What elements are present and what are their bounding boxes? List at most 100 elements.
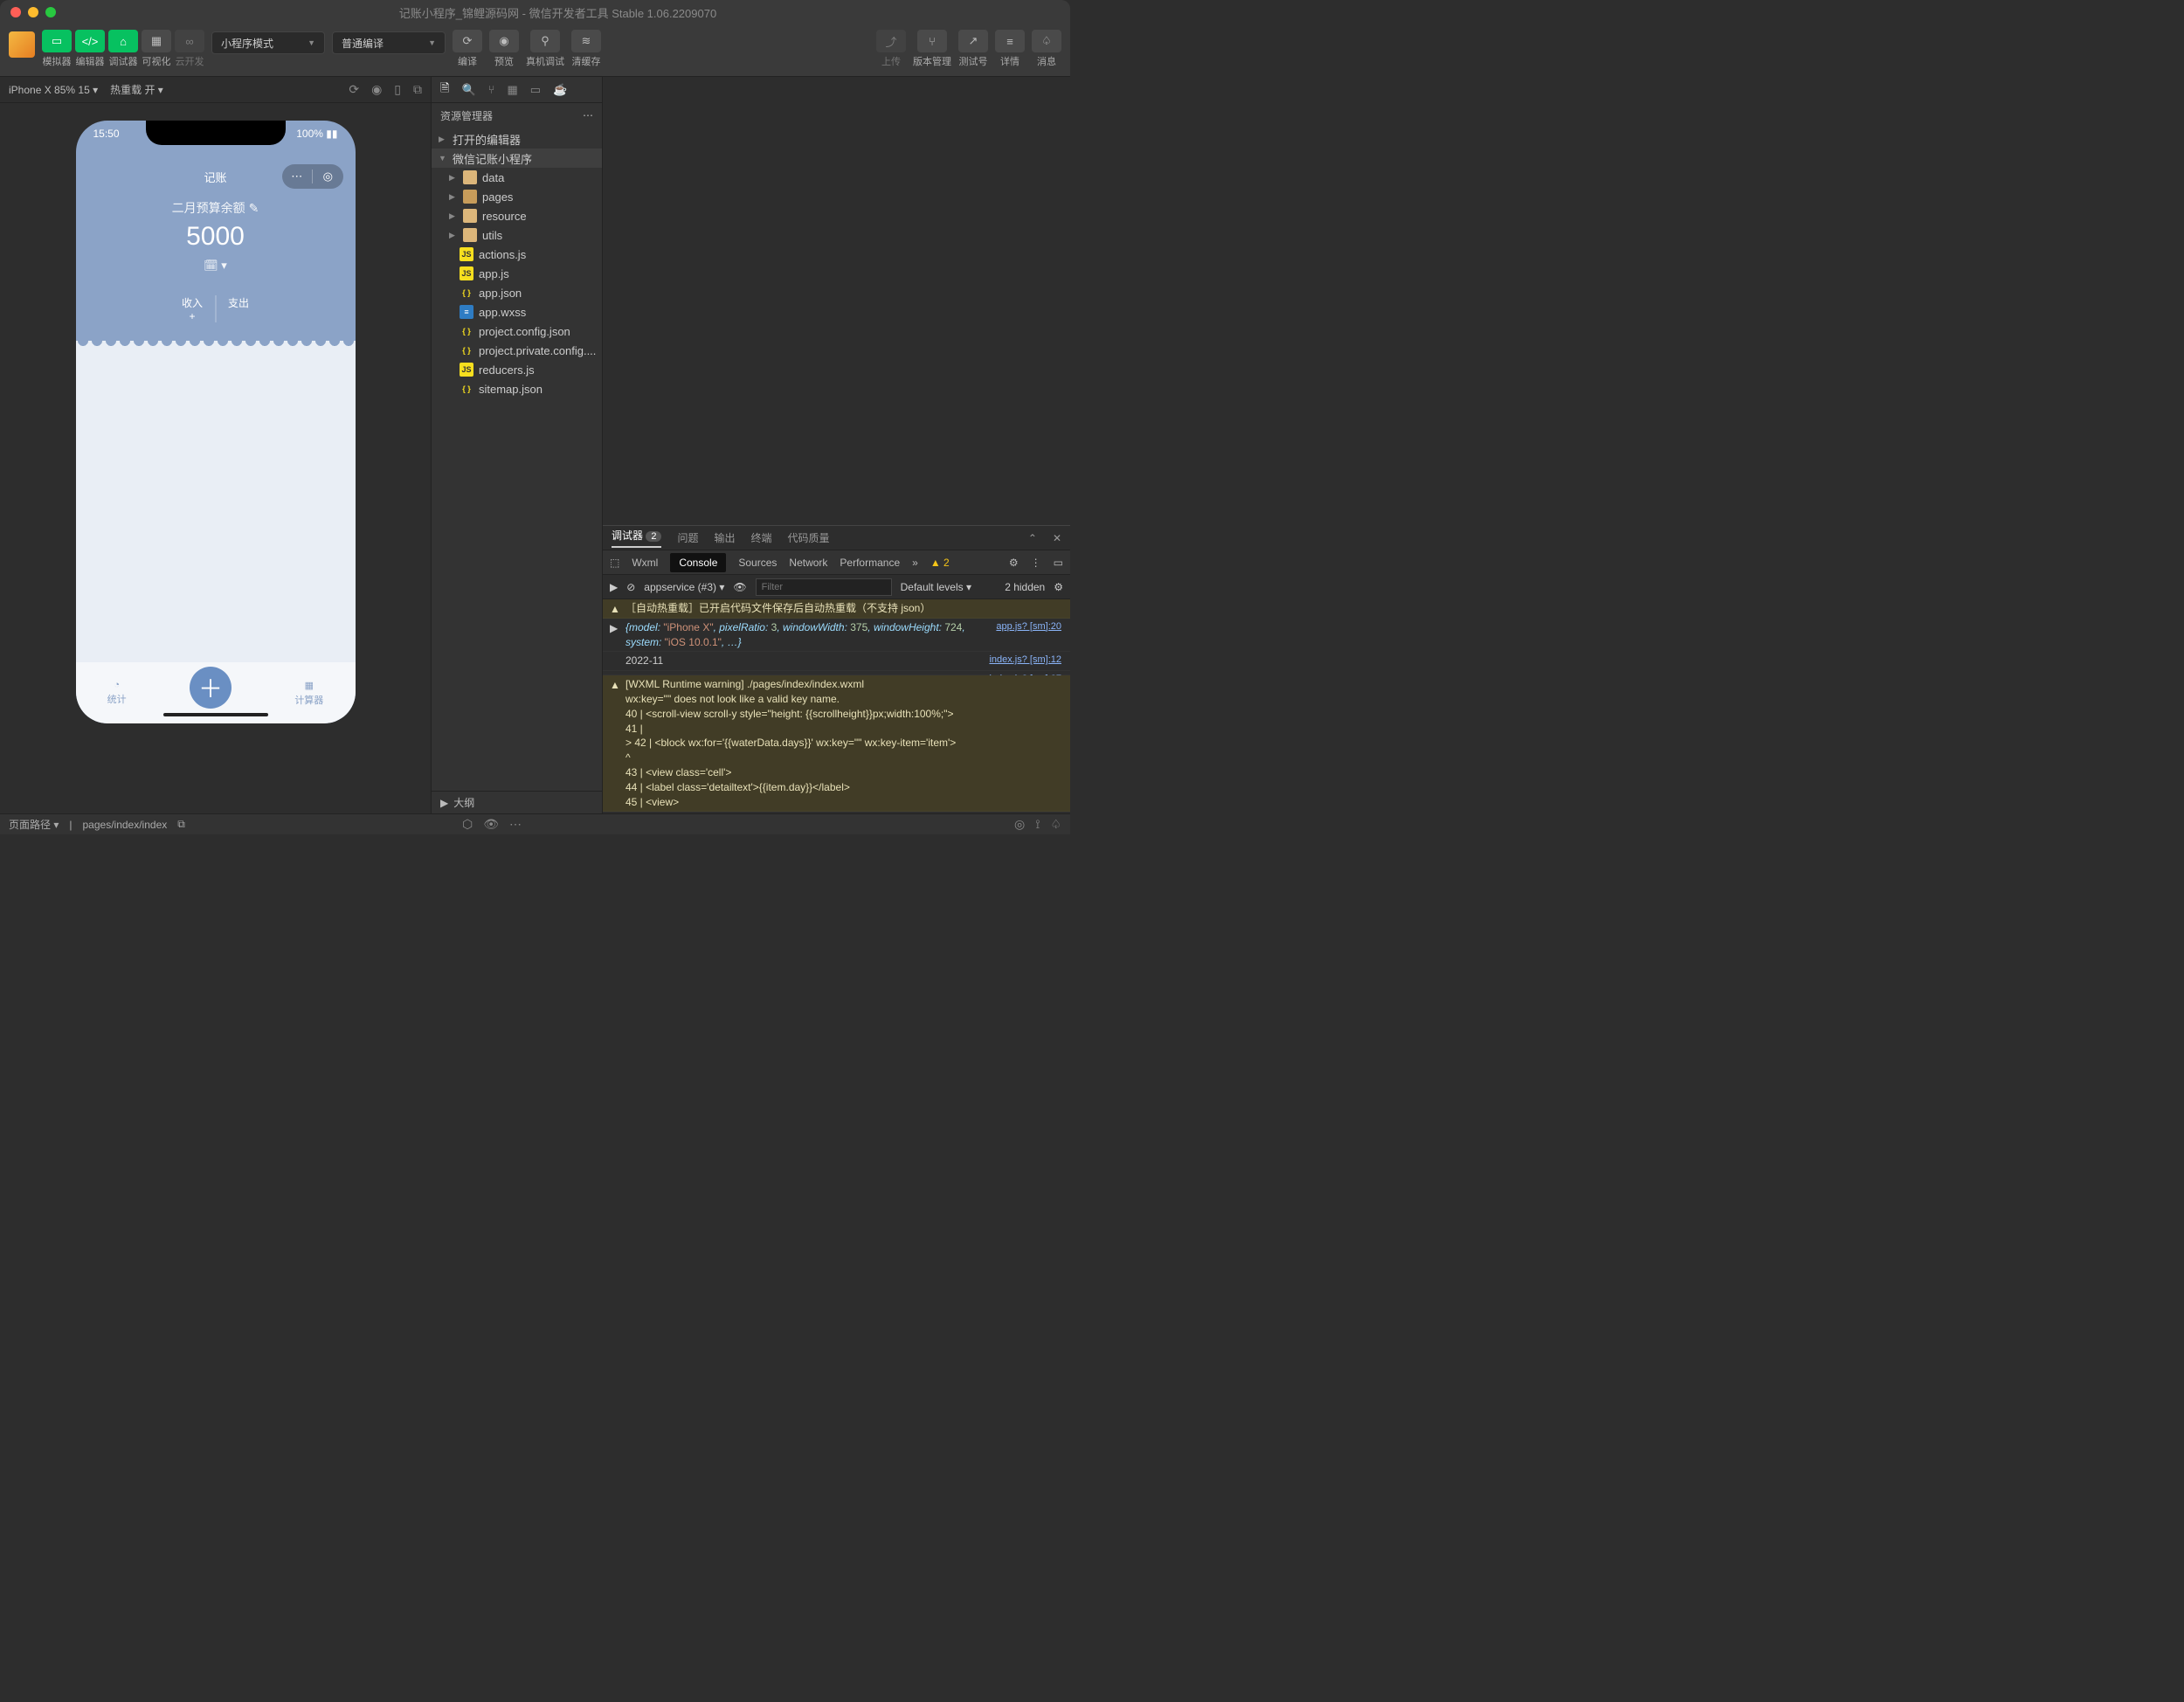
maximize-icon[interactable] [45, 7, 56, 17]
console-prompt[interactable]: › [603, 812, 1070, 813]
inspect-icon[interactable]: ⬚ [610, 557, 619, 569]
visualize-button[interactable]: ▦可视化 [142, 30, 171, 68]
bell-icon[interactable]: ♤ [1050, 817, 1061, 832]
date-dropdown[interactable]: 🗓 ▾ [204, 259, 227, 273]
upload-button[interactable]: ⤴上传 [876, 30, 906, 68]
close-icon[interactable] [10, 7, 21, 17]
edit-icon[interactable]: ✎ [249, 201, 259, 216]
record-icon[interactable]: ◉ [371, 82, 382, 97]
tab-calculator[interactable]: ▦计算器 [294, 680, 323, 707]
clear-cache-button[interactable]: ≋清缓存 [571, 30, 601, 68]
context-select[interactable]: appservice (#3) ▾ [644, 581, 724, 593]
cup-icon[interactable]: ☕ [553, 83, 567, 97]
calculator-icon: ▦ [305, 680, 314, 691]
cloud-dev-button[interactable]: ∞云开发 [175, 30, 204, 68]
eye-icon[interactable]: 👁 [733, 581, 746, 593]
close-app-icon[interactable]: ◎ [313, 170, 343, 183]
compile-button[interactable]: ⟳编译 [453, 30, 482, 68]
close-panel-icon[interactable]: ✕ [1053, 532, 1061, 544]
gear-icon[interactable]: ⚙ [1054, 581, 1063, 593]
more-tabs-icon[interactable]: » [912, 557, 918, 569]
tree-folder-utils[interactable]: ▶utils [432, 225, 602, 245]
tree-file[interactable]: { }project.private.config.... [432, 341, 602, 360]
clear-icon[interactable]: ⊘ [626, 581, 635, 593]
popout-icon[interactable]: ⧉ [413, 82, 422, 97]
tab-console[interactable]: Console [670, 553, 726, 572]
page-path[interactable]: pages/index/index [83, 819, 168, 831]
editor-button[interactable]: </>编辑器 [75, 30, 105, 68]
page-path-label: 页面路径 ▾ [9, 817, 59, 832]
kebab-icon[interactable]: ⋮ [1031, 557, 1041, 569]
tree-project-root[interactable]: ▼微信记账小程序 [432, 149, 602, 168]
user-avatar[interactable] [9, 31, 35, 58]
device-icon[interactable]: ▯ [394, 82, 401, 97]
tree-file[interactable]: { }app.json [432, 283, 602, 302]
more-icon[interactable]: ⋯ [509, 817, 522, 832]
levels-select[interactable]: Default levels ▾ [901, 581, 971, 593]
warning-count[interactable]: ▲ 2 [930, 557, 950, 569]
tab-output[interactable]: 输出 [715, 530, 736, 545]
budget-amount: 5000 [76, 222, 356, 252]
hot-reload-toggle[interactable]: 热重载 开 ▾ [110, 82, 163, 97]
bug-icon[interactable]: ⬡ [462, 817, 473, 832]
window-title: 记账小程序_锦鲤源码网 - 微信开发者工具 Stable 1.06.220907… [56, 4, 1060, 21]
play-icon[interactable]: ▶ [610, 581, 618, 593]
tree-folder-resource[interactable]: ▶resource [432, 206, 602, 225]
search-icon[interactable]: 🔍 [461, 83, 475, 97]
tree-file[interactable]: { }project.config.json [432, 322, 602, 341]
tab-code-quality[interactable]: 代码质量 [788, 530, 830, 545]
git-icon[interactable]: ⑂ [488, 83, 495, 96]
tree-file[interactable]: JSapp.js [432, 264, 602, 283]
remote-debug-button[interactable]: ⚲真机调试 [526, 30, 564, 68]
tab-stats[interactable]: ◔统计 [107, 680, 127, 706]
eye-icon[interactable]: 👁 [483, 817, 499, 832]
console-line: ▲［自动热重载］已开启代码文件保存后自动热重载（不支持 json） [603, 599, 1070, 619]
debug-icon[interactable]: ▭ [530, 83, 541, 97]
hidden-count[interactable]: 2 hidden [1005, 581, 1045, 593]
compile-mode-select[interactable]: 普通编译▼ [332, 31, 446, 54]
tree-open-editors[interactable]: ▶打开的编辑器 [432, 129, 602, 149]
outline-section[interactable]: ▶大纲 [432, 791, 602, 813]
filter-input[interactable] [756, 578, 892, 596]
mode-select[interactable]: 小程序模式▼ [211, 31, 325, 54]
tree-file[interactable]: JSreducers.js [432, 360, 602, 379]
explorer-icon-bar: 🗎 🔍 ⑂ ▦ ▭ ☕ [432, 77, 602, 103]
tab-problems[interactable]: 问题 [677, 530, 698, 545]
simulator-button[interactable]: ▭模拟器 [42, 30, 72, 68]
extensions-icon[interactable]: ▦ [507, 83, 517, 97]
menu-icon[interactable]: ⋯ [282, 170, 313, 183]
budget-section: 二月预算余额 ✎ 5000 🗓 ▾ [76, 199, 356, 273]
tab-terminal[interactable]: 终端 [751, 530, 772, 545]
add-record-button[interactable]: ＋ [190, 667, 232, 709]
income-expense: 收入+ 支出 [169, 295, 261, 322]
device-select[interactable]: iPhone X 85% 15 ▾ [9, 84, 98, 96]
pin-icon[interactable]: ⟟ [1035, 817, 1040, 832]
minimize-icon[interactable] [28, 7, 38, 17]
details-button[interactable]: ≡详情 [995, 30, 1025, 68]
target-icon[interactable]: ◎ [1014, 817, 1025, 832]
version-button[interactable]: ⑂版本管理 [913, 30, 951, 68]
more-icon[interactable]: ⋯ [583, 109, 593, 121]
dock-icon[interactable]: ▭ [1054, 557, 1063, 569]
tab-network[interactable]: Network [789, 557, 827, 569]
gear-icon[interactable]: ⚙ [1009, 557, 1019, 569]
refresh-icon[interactable]: ⟳ [349, 82, 359, 97]
tree-file[interactable]: JSactions.js [432, 245, 602, 264]
tab-sources[interactable]: Sources [738, 557, 777, 569]
pie-icon: ◔ [114, 680, 120, 690]
copy-icon[interactable]: ⧉ [177, 818, 185, 831]
preview-button[interactable]: ◉预览 [489, 30, 519, 68]
capsule-menu[interactable]: ⋯ ◎ [282, 164, 343, 189]
tree-folder-data[interactable]: ▶data [432, 168, 602, 187]
test-button[interactable]: ↗测试号 [958, 30, 988, 68]
tab-performance[interactable]: Performance [840, 557, 900, 569]
chevron-up-icon[interactable]: ⌃ [1028, 532, 1037, 544]
tree-folder-pages[interactable]: ▶pages [432, 187, 602, 206]
tab-wxml[interactable]: Wxml [632, 557, 658, 569]
files-icon[interactable]: 🗎 [440, 80, 449, 100]
messages-button[interactable]: ♤消息 [1032, 30, 1061, 68]
tree-file[interactable]: ≡app.wxss [432, 302, 602, 322]
tab-debugger[interactable]: 调试器 2 [612, 528, 661, 548]
tree-file[interactable]: { }sitemap.json [432, 379, 602, 398]
debugger-button[interactable]: ⌂调试器 [108, 30, 138, 68]
